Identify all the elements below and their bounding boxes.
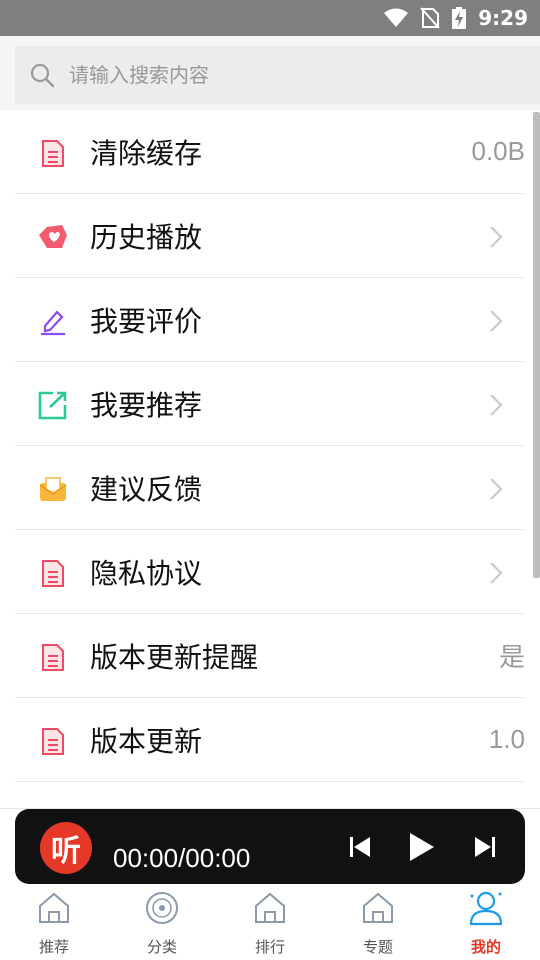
home-icon	[363, 892, 393, 923]
menu-item-clear-cache[interactable]: 清除缓存 0.0B	[15, 110, 525, 194]
menu-item-label: 我要推荐	[90, 388, 203, 422]
chevron-right-icon	[490, 394, 503, 416]
version-value: 1.0	[488, 724, 525, 754]
battery-charging-icon	[452, 7, 467, 29]
disc-icon	[146, 892, 178, 924]
tab-label: 专题	[362, 938, 393, 956]
share-icon	[37, 390, 69, 420]
search-area	[0, 36, 540, 110]
search-icon	[15, 46, 69, 104]
menu-item-update-reminder[interactable]: 版本更新提醒 是	[15, 614, 525, 698]
menu-item-label: 版本更新	[90, 724, 203, 758]
menu-item-label: 我要评价	[90, 304, 203, 338]
menu-item-feedback[interactable]: 建议反馈	[15, 446, 525, 530]
skip-next-icon	[475, 837, 495, 857]
play-button[interactable]	[403, 829, 439, 865]
search-input[interactable]	[69, 63, 509, 87]
menu-item-label: 建议反馈	[90, 472, 203, 506]
tab-label: 推荐	[38, 938, 69, 956]
tab-label: 排行	[254, 938, 285, 956]
home-icon	[39, 892, 69, 923]
menu-item-label: 清除缓存	[90, 136, 203, 170]
next-button[interactable]	[467, 829, 503, 865]
tab-recommend[interactable]: 推荐	[0, 884, 108, 960]
no-sim-icon	[420, 7, 440, 29]
menu-item-history[interactable]: 历史播放	[15, 194, 525, 278]
home-icon	[255, 892, 285, 923]
scrollbar[interactable]	[533, 112, 540, 578]
document-icon	[37, 726, 69, 756]
app-logo[interactable]: 听	[40, 822, 92, 874]
playback-time: 00:00/00:00	[113, 843, 251, 873]
tab-label: 分类	[146, 938, 177, 956]
chevron-right-icon	[490, 478, 503, 500]
play-icon	[410, 833, 434, 861]
user-icon	[469, 891, 503, 926]
settings-menu: 清除缓存 0.0B 历史播放 我要评价 我要推荐 建议反馈 隐私协议 版本更新提…	[0, 110, 540, 800]
mail-icon	[37, 474, 69, 504]
search-box[interactable]	[15, 46, 540, 104]
menu-item-label: 版本更新提醒	[90, 640, 259, 674]
tab-mine[interactable]: 我的	[432, 884, 540, 960]
update-reminder-value: 是	[498, 642, 525, 672]
cache-size-value: 0.0B	[471, 136, 526, 166]
bottom-tab-bar: 推荐 分类 排行 专题 我的	[0, 884, 540, 960]
status-time: 9:29	[478, 6, 528, 30]
menu-item-recommend[interactable]: 我要推荐	[15, 362, 525, 446]
document-icon	[37, 642, 69, 672]
menu-item-label: 隐私协议	[90, 556, 203, 590]
document-icon	[37, 138, 69, 168]
chevron-right-icon	[490, 562, 503, 584]
status-bar: 9:29	[0, 0, 540, 36]
chevron-right-icon	[490, 310, 503, 332]
menu-item-privacy[interactable]: 隐私协议	[15, 530, 525, 614]
tab-topics[interactable]: 专题	[324, 884, 432, 960]
tab-category[interactable]: 分类	[108, 884, 216, 960]
mini-player: 听 00:00/00:00	[15, 809, 525, 884]
chevron-right-icon	[490, 226, 503, 248]
skip-previous-icon	[350, 837, 370, 857]
menu-item-label: 历史播放	[90, 220, 203, 254]
tab-ranking[interactable]: 排行	[216, 884, 324, 960]
previous-button[interactable]	[342, 829, 378, 865]
menu-item-review[interactable]: 我要评价	[15, 278, 525, 362]
tab-label: 我的	[470, 938, 501, 956]
edit-icon	[37, 306, 69, 336]
document-icon	[37, 558, 69, 588]
menu-item-version-update[interactable]: 版本更新 1.0	[15, 698, 525, 782]
wifi-icon	[384, 8, 409, 27]
history-icon	[37, 222, 69, 252]
